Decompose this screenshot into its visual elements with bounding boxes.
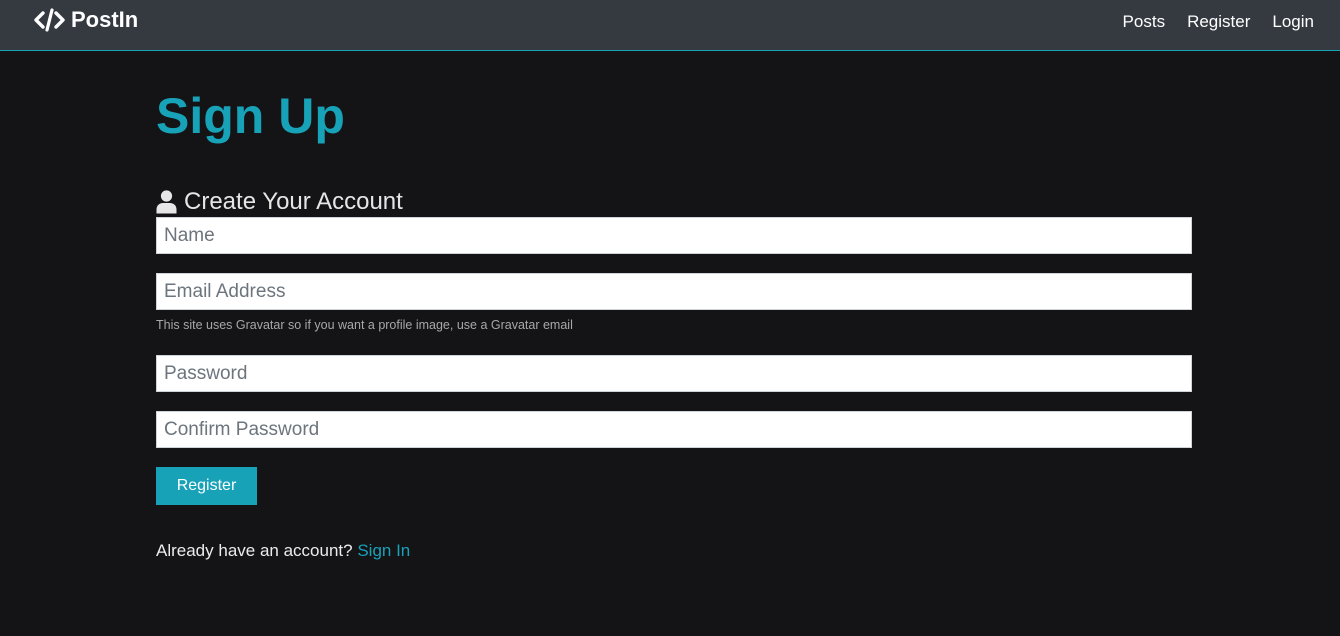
email-input[interactable] [156,273,1192,310]
brand-name: PostIn [71,7,139,32]
email-help-text: This site uses Gravatar so if you want a… [156,318,573,332]
register-button[interactable]: Register [156,467,257,505]
password-input[interactable] [156,355,1192,392]
code-icon [34,8,65,32]
nav-link-register[interactable]: Register [1187,12,1250,32]
user-icon [156,190,184,214]
nav-links: Posts Register Login [1101,12,1314,32]
signin-prompt: Already have an account? Sign In [156,541,410,561]
nav-link-login[interactable]: Login [1272,12,1314,32]
name-input[interactable] [156,217,1192,254]
lead-text: Create Your Account [156,188,403,216]
page-title: Sign Up [156,88,345,144]
signin-link[interactable]: Sign In [357,541,410,560]
brand-link[interactable]: PostIn [34,8,138,32]
confirm-password-input[interactable] [156,411,1192,448]
nav-link-posts[interactable]: Posts [1123,12,1166,32]
navbar: PostIn Posts Register Login [0,0,1340,51]
signin-prompt-text: Already have an account? [156,541,353,560]
lead-label: Create Your Account [184,188,403,215]
